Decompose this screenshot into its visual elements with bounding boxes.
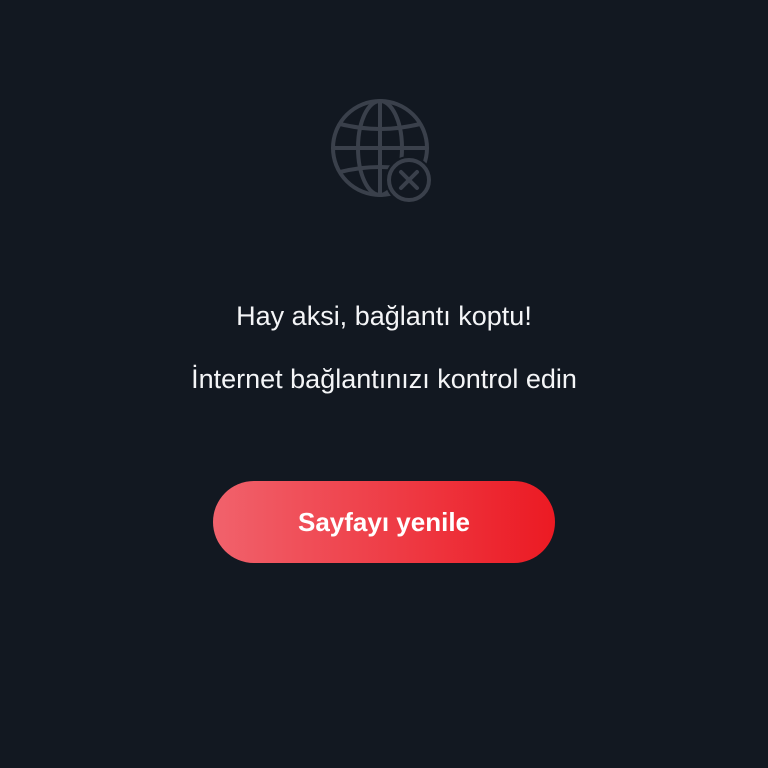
globe-offline-icon (330, 98, 438, 206)
error-subtitle: İnternet bağlantınızı kontrol edin (191, 364, 577, 394)
error-title: Hay aksi, bağlantı koptu! (236, 301, 532, 331)
refresh-page-button[interactable]: Sayfayı yenile (213, 481, 555, 563)
offline-screen: Hay aksi, bağlantı koptu! İnternet bağla… (0, 0, 768, 768)
